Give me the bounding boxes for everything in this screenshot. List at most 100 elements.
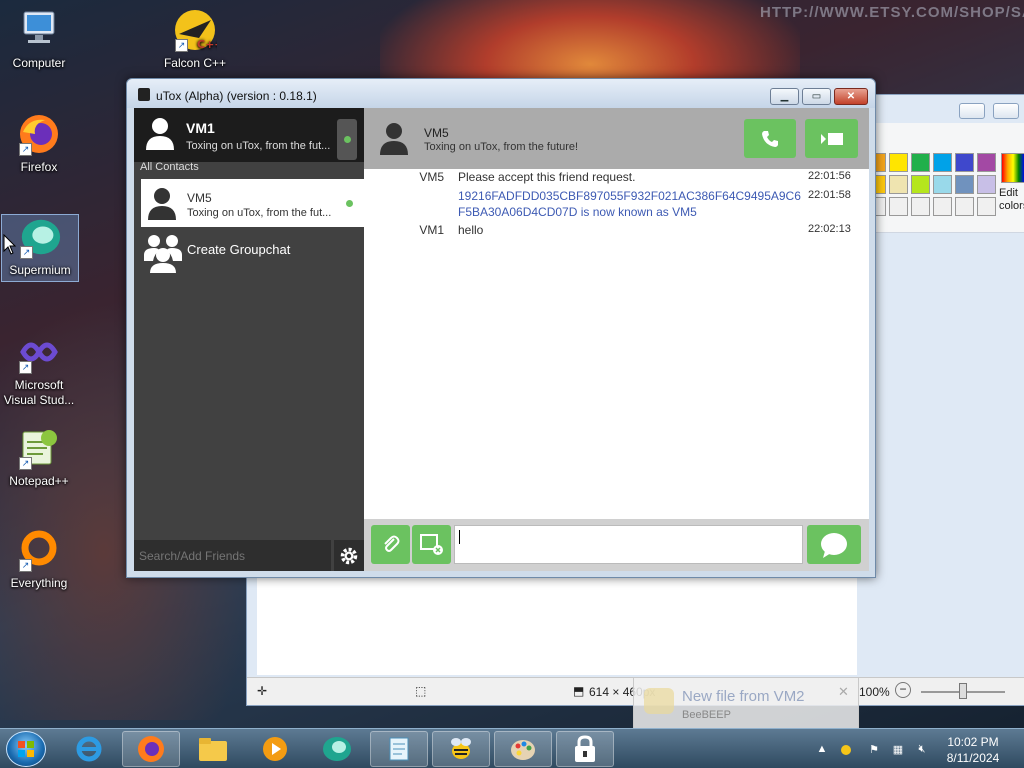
send-screenshot-button[interactable] [412,525,451,564]
shortcut-arrow-icon: ↗ [19,143,32,156]
video-call-button[interactable] [805,119,858,158]
settings-button[interactable] [334,540,364,571]
color-swatch[interactable] [977,197,996,216]
color-swatch[interactable] [933,175,952,194]
shortcut-arrow-icon: ↗ [19,457,32,470]
taskbar-firefox[interactable] [122,731,180,767]
online-status-icon [346,200,353,207]
desktop-icon-label: Microsoft Visual Stud... [3,378,75,407]
svg-text:C++: C++ [197,38,217,51]
firefox-icon [138,736,164,762]
zoom-out-button[interactable]: − [895,682,911,698]
message-history[interactable]: VM5 Please accept this friend request. 2… [364,169,869,518]
color-swatch[interactable] [977,153,996,172]
taskbar: ▲ ⚑ ▦ 🔇︎ 10:02 PM 8/11/2024 [0,728,1024,768]
friend-name: VM5 [187,191,212,205]
start-button[interactable] [6,731,46,767]
color-swatch[interactable] [977,175,996,194]
color-swatch[interactable] [889,175,908,194]
desktop-icon-computer[interactable]: Computer [0,8,78,71]
friend-status: Toxing on uTox, from the fut... [187,207,332,219]
phone-icon [762,130,778,147]
send-message-button[interactable] [807,525,861,564]
minimize-button[interactable]: ▁ [770,88,799,105]
color-swatch[interactable] [955,197,974,216]
close-icon[interactable]: ✕ [838,684,849,700]
self-name: VM1 [186,120,215,136]
windows-logo-icon [18,741,34,757]
create-groupchat-button[interactable]: Create Groupchat [141,230,364,274]
mouse-pointer-icon [3,234,17,255]
group-icon [144,235,182,273]
network-icon[interactable]: ▦ [890,741,906,757]
message-input[interactable] [454,525,803,564]
taskbar-beebeep[interactable] [432,731,490,767]
color-swatch[interactable] [911,197,930,216]
desktop-icon-firefox[interactable]: ↗ Firefox [0,112,78,175]
taskbar-utox[interactable] [556,731,614,767]
color-swatch[interactable] [955,175,974,194]
contacts-filter[interactable]: All Contacts [140,161,199,173]
taskbar-supermium[interactable] [308,731,366,767]
taskbar-notepad[interactable] [370,731,428,767]
color-swatch[interactable] [911,175,930,194]
beebeep-tray-icon[interactable] [838,741,854,757]
lock-icon [575,735,595,762]
internet-explorer-icon [76,736,102,762]
everything-search-icon: ↗ [17,528,61,572]
beebeep-notification[interactable]: New file from VM2 BeeBEEP ✕ [633,677,859,729]
desktop-icon-visual-studio[interactable]: ↗ Microsoft Visual Stud... [0,330,78,408]
falcon-cpp-icon: C++ ↗ [173,8,217,52]
wallpaper-watermark: HTTP://WWW.ETSY.COM/SHOP/SADPWA [760,4,1024,21]
system-message-text: 19216FADFDD035CBF897055F932F021AC386F64C… [458,189,801,219]
chat-friend-name: VM5 [424,126,449,140]
message-timestamp: 22:02:13 [808,223,851,235]
color-swatch[interactable] [911,153,930,172]
friend-list-item[interactable]: VM5 Toxing on uTox, from the fut... [141,179,364,227]
message-author: VM1 [419,223,444,237]
taskbar-internet-explorer[interactable] [60,731,118,767]
shortcut-arrow-icon: ↗ [19,361,32,374]
taskbar-paint[interactable] [494,731,552,767]
media-player-icon [263,737,287,761]
color-swatch[interactable] [889,197,908,216]
edit-colors-label: Edit colors [999,187,1024,212]
user-avatar-icon [380,123,408,155]
utox-window[interactable]: uTox (Alpha) (version : 0.18.1) ▁ ▭ ✕ VM… [126,78,876,578]
close-button[interactable]: ✕ [834,88,868,105]
color-swatch[interactable] [933,197,952,216]
selection-icon: ⬚ [415,684,427,698]
utox-titlebar[interactable]: uTox (Alpha) (version : 0.18.1) ▁ ▭ ✕ [127,79,875,108]
desktop-icon-falcon[interactable]: C++ ↗ Falcon C++ [156,8,234,71]
paint-maximize-button[interactable] [993,103,1019,119]
message-text: hello [458,223,484,237]
notification-title: New file from VM2 [682,688,805,705]
send-file-button[interactable] [371,525,410,564]
color-swatch[interactable] [955,153,974,172]
paint-minimize-button[interactable] [959,103,985,119]
volume-muted-icon[interactable]: 🔇︎ [914,741,930,757]
desktop-icon-label: Firefox [20,160,58,174]
edit-colors-icon[interactable] [1001,153,1024,183]
show-hidden-icons-button[interactable]: ▲ [814,741,830,757]
system-clock[interactable]: 10:02 PM 8/11/2024 [940,734,1006,766]
desktop-icon-notepad-plus[interactable]: ↗ Notepad++ [0,426,78,489]
screenshot-icon [419,533,443,555]
contacts-sidebar: VM1 Toxing on uTox, from the fut... All … [134,108,364,571]
maximize-button[interactable]: ▭ [802,88,831,105]
color-swatch[interactable] [933,153,952,172]
audio-call-button[interactable] [744,119,796,158]
beebeep-icon [644,688,674,714]
search-add-friends-input[interactable] [134,540,331,571]
desktop-icon-everything[interactable]: ↗ Everything [0,528,78,591]
taskbar-media-player[interactable] [246,731,304,767]
shortcut-arrow-icon: ↗ [20,246,33,259]
color-swatch[interactable] [889,153,908,172]
taskbar-explorer[interactable] [184,731,242,767]
self-status-toggle[interactable] [337,119,357,160]
self-profile[interactable]: VM1 Toxing on uTox, from the fut... [134,108,364,162]
shortcut-arrow-icon: ↗ [175,39,188,52]
computer-icon [17,8,61,52]
action-center-flag-icon[interactable]: ⚑ [866,741,882,757]
zoom-slider-thumb[interactable] [959,683,967,699]
